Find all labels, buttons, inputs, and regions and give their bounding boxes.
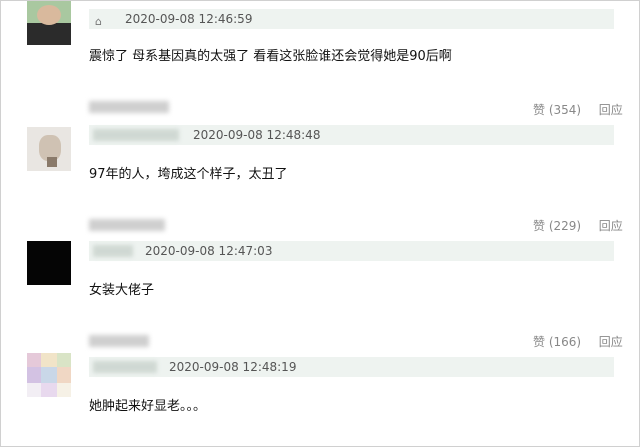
comment-timestamp: 2020-09-08 12:46:59 bbox=[125, 12, 253, 26]
reply-button[interactable]: 回应 bbox=[599, 103, 623, 117]
like-button[interactable]: 赞 (229) bbox=[533, 219, 581, 233]
comment-header: 2020-09-08 12:47:03 bbox=[89, 241, 614, 261]
blurred-username bbox=[89, 219, 165, 231]
like-button[interactable]: 赞 (166) bbox=[533, 335, 581, 349]
blurred-username bbox=[89, 101, 169, 113]
reply-button[interactable]: 回应 bbox=[599, 335, 623, 349]
blurred-username[interactable] bbox=[93, 245, 133, 257]
comment-list: ⌂ 2020-09-08 12:46:59 震惊了 母系基因真的太强了 看看这张… bbox=[0, 0, 640, 447]
avatar[interactable] bbox=[27, 1, 71, 45]
comment-text: 女装大佬子 bbox=[89, 283, 155, 298]
comment-timestamp: 2020-09-08 12:47:03 bbox=[145, 244, 273, 258]
reply-button[interactable]: 回应 bbox=[599, 219, 623, 233]
comment-header: 2020-09-08 12:48:48 bbox=[89, 125, 614, 145]
avatar[interactable] bbox=[27, 353, 71, 397]
like-button[interactable]: 赞 (354) bbox=[533, 103, 581, 117]
comment-text: 震惊了 母系基因真的太强了 看看这张脸谁还会觉得她是90后啊 bbox=[89, 49, 452, 64]
comment-timestamp: 2020-09-08 12:48:48 bbox=[193, 128, 321, 142]
avatar[interactable] bbox=[27, 127, 71, 171]
comment-text: 97年的人，垮成这个样子，太丑了 bbox=[89, 167, 288, 182]
username-icon[interactable]: ⌂ bbox=[95, 12, 102, 32]
blurred-username[interactable] bbox=[93, 361, 157, 373]
comment-actions: 赞 (354) 回应 bbox=[533, 101, 623, 118]
comment-actions: 赞 (229) 回应 bbox=[533, 217, 623, 234]
blurred-username[interactable] bbox=[93, 129, 179, 141]
avatar[interactable] bbox=[27, 241, 71, 285]
comment-text: 她肿起来好显老。。。 bbox=[89, 399, 207, 414]
comment-header: 2020-09-08 12:48:19 bbox=[89, 357, 614, 377]
comment-timestamp: 2020-09-08 12:48:19 bbox=[169, 360, 297, 374]
blurred-username bbox=[89, 335, 149, 347]
comment-header: ⌂ 2020-09-08 12:46:59 bbox=[89, 9, 614, 29]
comment-actions: 赞 (166) 回应 bbox=[533, 333, 623, 350]
